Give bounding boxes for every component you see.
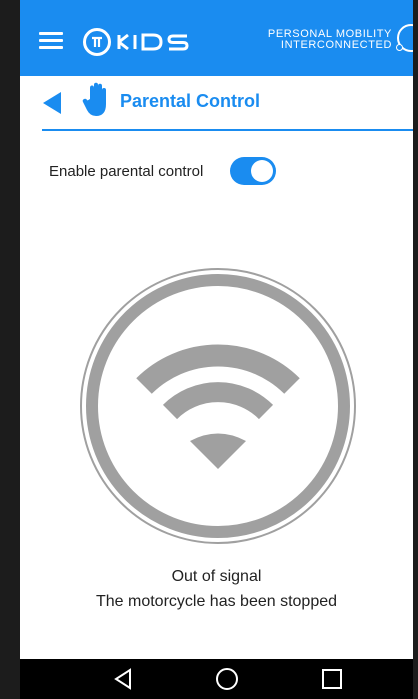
app-screen: PERSONAL MOBILITY INTERCONNECTED Parenta… xyxy=(20,0,413,659)
enable-parental-control-toggle[interactable] xyxy=(230,157,276,185)
logo-wordmark xyxy=(117,33,189,51)
enable-parental-control-label: Enable parental control xyxy=(49,163,204,180)
nav-home-icon xyxy=(216,668,238,690)
hand-icon xyxy=(82,82,106,116)
signal-status-title: Out of signal xyxy=(171,568,262,585)
page-title: Parental Control xyxy=(120,91,261,111)
nav-home-button[interactable] xyxy=(197,659,257,699)
device-frame-right xyxy=(413,0,418,699)
logo-icon xyxy=(83,28,111,56)
menu-icon[interactable] xyxy=(39,32,63,50)
signal-status-message: The motorcycle has been stopped xyxy=(95,593,338,610)
system-nav-bar xyxy=(20,659,413,699)
nav-recents-icon xyxy=(322,669,342,689)
device-frame-left xyxy=(0,0,20,699)
header-divider xyxy=(42,129,413,131)
brand-tagline-line2: INTERCONNECTED xyxy=(280,39,392,51)
nav-back-icon xyxy=(114,668,131,690)
app-logo xyxy=(83,27,205,57)
brand-dot-icon xyxy=(396,44,403,51)
nav-recents-button[interactable] xyxy=(302,659,362,699)
nav-back-button[interactable] xyxy=(93,659,153,699)
back-arrow-icon[interactable] xyxy=(41,91,63,115)
toggle-knob xyxy=(251,160,273,182)
wifi-signal-icon xyxy=(80,268,356,544)
brand-tagline: PERSONAL MOBILITY INTERCONNECTED xyxy=(258,29,392,51)
top-app-bar: PERSONAL MOBILITY INTERCONNECTED xyxy=(20,0,413,76)
